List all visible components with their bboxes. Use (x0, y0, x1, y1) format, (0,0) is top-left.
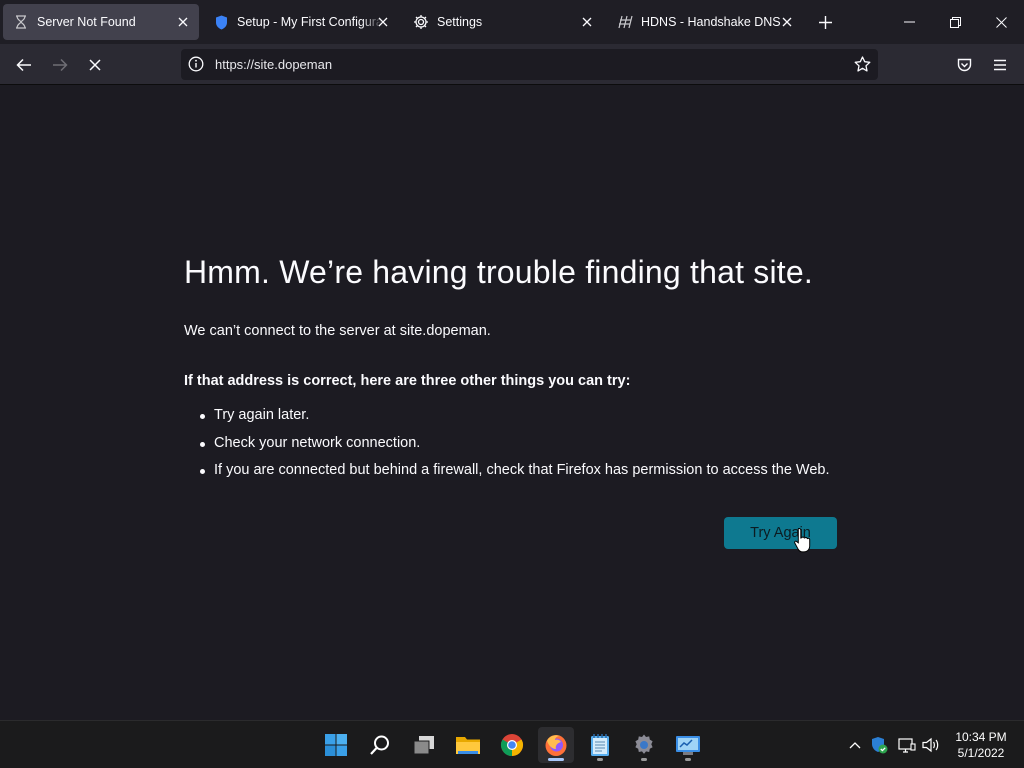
page-content: Hmm. We’re having trouble finding that s… (0, 86, 1024, 720)
tab-hdns[interactable]: HDNS - Handshake DNS (607, 4, 803, 40)
clock-time: 10:34 PM (955, 730, 1007, 744)
file-explorer-icon (456, 737, 480, 754)
close-icon[interactable] (175, 14, 191, 30)
speaker-icon (922, 737, 939, 753)
close-icon[interactable] (779, 14, 795, 30)
active-app-indicator (548, 758, 564, 761)
tab-strip: Server Not Found Setup - My First Config… (0, 0, 1024, 44)
list-item: Try again later. (200, 407, 830, 435)
close-icon[interactable] (579, 14, 595, 30)
forward-arrow-icon (53, 58, 68, 72)
hamburger-menu-icon (994, 59, 1006, 71)
file-explorer-button[interactable] (450, 727, 486, 763)
network-tray[interactable] (897, 735, 917, 755)
running-app-indicator (641, 758, 647, 761)
stop-button[interactable] (82, 52, 108, 78)
settings-icon (635, 734, 653, 754)
shield-icon (213, 14, 229, 30)
tab-server-not-found[interactable]: Server Not Found (3, 4, 199, 40)
tab-label: Setup - My First Configurati (237, 15, 383, 29)
url-text[interactable]: https://site.dopeman (215, 57, 332, 72)
hourglass-icon (13, 14, 29, 30)
volume-tray[interactable] (921, 735, 941, 755)
address-bar[interactable]: https://site.dopeman (181, 49, 878, 80)
search-icon (370, 735, 389, 755)
security-shield-icon (872, 737, 888, 754)
windows-security-tray[interactable] (869, 735, 889, 755)
error-description: We can’t connect to the server at site.d… (184, 323, 491, 339)
restore-icon (949, 16, 961, 28)
back-arrow-icon (16, 58, 31, 72)
chrome-icon (501, 734, 523, 756)
control-panel-icon (676, 736, 700, 755)
suggestions-list: Try again later. Check your network conn… (200, 407, 830, 490)
show-hidden-icons-button[interactable] (845, 735, 865, 755)
minimize-button[interactable] (895, 8, 923, 36)
chrome-button[interactable] (494, 727, 530, 763)
pocket-button[interactable] (951, 52, 977, 78)
firefox-icon (545, 735, 567, 756)
back-button[interactable] (11, 52, 37, 78)
close-icon (995, 16, 1007, 28)
site-info-icon[interactable] (187, 55, 205, 73)
hdns-logo-icon (617, 14, 633, 30)
gear-icon (413, 14, 429, 30)
hand-cursor-icon (793, 527, 813, 553)
error-title: Hmm. We’re having trouble finding that s… (184, 254, 813, 290)
search-button[interactable] (362, 727, 398, 763)
navigation-toolbar: https://site.dopeman (0, 44, 1024, 85)
task-view-button[interactable] (406, 727, 442, 763)
forward-button[interactable] (47, 52, 73, 78)
close-icon[interactable] (375, 14, 391, 30)
control-panel-button[interactable] (670, 727, 706, 763)
list-item: If you are connected but behind a firewa… (200, 462, 830, 490)
start-button[interactable] (318, 727, 354, 763)
notepad-icon (591, 734, 609, 756)
error-suggestions-heading: If that address is correct, here are thr… (184, 373, 631, 389)
menu-button[interactable] (987, 52, 1013, 78)
settings-button[interactable] (626, 727, 662, 763)
task-view-icon (413, 736, 434, 755)
list-item: Check your network connection. (200, 435, 830, 463)
clock-date: 5/1/2022 (957, 746, 1005, 760)
pocket-icon (957, 58, 971, 72)
tab-setup[interactable]: Setup - My First Configurati (203, 4, 399, 40)
tab-settings[interactable]: Settings (403, 4, 603, 40)
stop-icon (89, 59, 101, 71)
plus-icon (818, 15, 832, 29)
running-app-indicator (685, 758, 691, 761)
running-app-indicator (597, 758, 603, 761)
chevron-up-icon (849, 742, 861, 749)
window-close-button[interactable] (987, 8, 1015, 36)
bookmark-star-icon[interactable] (852, 54, 872, 74)
firefox-button[interactable] (538, 727, 574, 763)
system-clock[interactable]: 10:34 PM 5/1/2022 (948, 729, 1014, 761)
taskbar: 10:34 PM 5/1/2022 (0, 720, 1024, 768)
minimize-icon (903, 21, 915, 23)
start-icon (325, 734, 347, 756)
try-again-button[interactable]: Try Again (724, 517, 837, 549)
network-icon (898, 738, 916, 753)
new-tab-button[interactable] (814, 11, 836, 33)
notepad-button[interactable] (582, 727, 618, 763)
restore-button[interactable] (941, 8, 969, 36)
